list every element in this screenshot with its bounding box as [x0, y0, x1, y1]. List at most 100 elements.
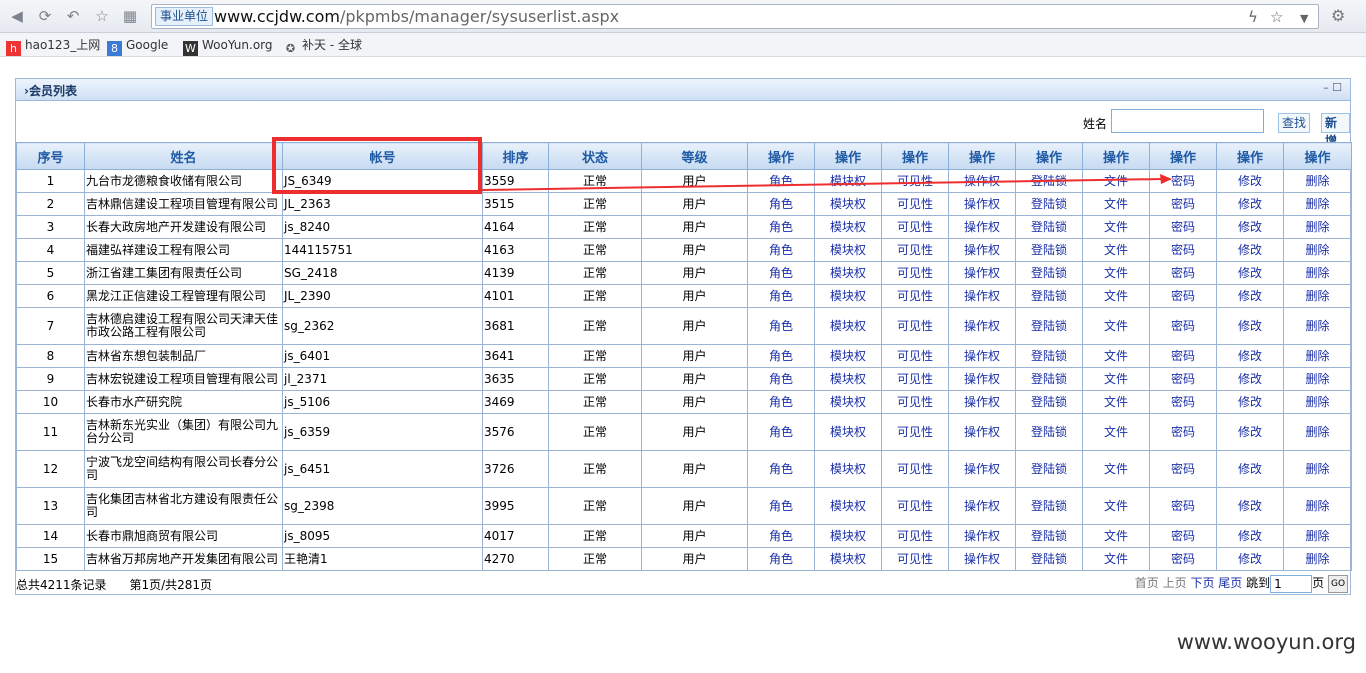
- bookmark-hao123[interactable]: h hao123_上网: [6, 37, 100, 56]
- apps-grid-icon[interactable]: ▦: [121, 7, 139, 25]
- password-link[interactable]: 密码: [1149, 238, 1217, 262]
- operation-permission-link[interactable]: 操作权: [948, 284, 1016, 308]
- password-link[interactable]: 密码: [1149, 192, 1217, 216]
- edit-link[interactable]: 修改: [1216, 192, 1284, 216]
- delete-link[interactable]: 删除: [1283, 487, 1352, 525]
- back-icon[interactable]: ◀: [8, 7, 26, 25]
- visibility-link[interactable]: 可见性: [881, 450, 949, 488]
- delete-link[interactable]: 删除: [1283, 450, 1352, 488]
- file-link[interactable]: 文件: [1082, 450, 1150, 488]
- module-permission-link[interactable]: 模块权: [814, 547, 882, 571]
- role-link[interactable]: 角色: [747, 547, 815, 571]
- password-link[interactable]: 密码: [1149, 390, 1217, 414]
- role-link[interactable]: 角色: [747, 413, 815, 451]
- role-link[interactable]: 角色: [747, 524, 815, 548]
- module-permission-link[interactable]: 模块权: [814, 450, 882, 488]
- operation-permission-link[interactable]: 操作权: [948, 487, 1016, 525]
- operation-permission-link[interactable]: 操作权: [948, 169, 1016, 193]
- edit-link[interactable]: 修改: [1216, 307, 1284, 345]
- login-lock-link[interactable]: 登陆锁: [1015, 413, 1083, 451]
- file-link[interactable]: 文件: [1082, 547, 1150, 571]
- search-button[interactable]: 查找: [1278, 113, 1311, 133]
- operation-permission-link[interactable]: 操作权: [948, 215, 1016, 239]
- file-link[interactable]: 文件: [1082, 238, 1150, 262]
- login-lock-link[interactable]: 登陆锁: [1015, 524, 1083, 548]
- first-page-link[interactable]: 首页: [1135, 576, 1159, 590]
- operation-permission-link[interactable]: 操作权: [948, 390, 1016, 414]
- edit-link[interactable]: 修改: [1216, 284, 1284, 308]
- login-lock-link[interactable]: 登陆锁: [1015, 390, 1083, 414]
- password-link[interactable]: 密码: [1149, 487, 1217, 525]
- password-link[interactable]: 密码: [1149, 524, 1217, 548]
- login-lock-link[interactable]: 登陆锁: [1015, 344, 1083, 368]
- file-link[interactable]: 文件: [1082, 390, 1150, 414]
- operation-permission-link[interactable]: 操作权: [948, 367, 1016, 391]
- module-permission-link[interactable]: 模块权: [814, 261, 882, 285]
- edit-link[interactable]: 修改: [1216, 215, 1284, 239]
- address-url[interactable]: www.ccjdw.com/pkpmbs/manager/sysuserlist…: [214, 7, 619, 26]
- dropdown-arrow-icon[interactable]: ▼: [1300, 10, 1308, 28]
- edit-link[interactable]: 修改: [1216, 524, 1284, 548]
- role-link[interactable]: 角色: [747, 487, 815, 525]
- delete-link[interactable]: 删除: [1283, 344, 1352, 368]
- edit-link[interactable]: 修改: [1216, 367, 1284, 391]
- role-link[interactable]: 角色: [747, 450, 815, 488]
- settings-wrench-icon[interactable]: ⚙: [1331, 6, 1345, 25]
- module-permission-link[interactable]: 模块权: [814, 344, 882, 368]
- password-link[interactable]: 密码: [1149, 169, 1217, 193]
- delete-link[interactable]: 删除: [1283, 284, 1352, 308]
- edit-link[interactable]: 修改: [1216, 238, 1284, 262]
- visibility-link[interactable]: 可见性: [881, 413, 949, 451]
- delete-link[interactable]: 删除: [1283, 413, 1352, 451]
- visibility-link[interactable]: 可见性: [881, 367, 949, 391]
- file-link[interactable]: 文件: [1082, 487, 1150, 525]
- visibility-link[interactable]: 可见性: [881, 261, 949, 285]
- operation-permission-link[interactable]: 操作权: [948, 238, 1016, 262]
- operation-permission-link[interactable]: 操作权: [948, 547, 1016, 571]
- file-link[interactable]: 文件: [1082, 307, 1150, 345]
- role-link[interactable]: 角色: [747, 390, 815, 414]
- delete-link[interactable]: 删除: [1283, 238, 1352, 262]
- next-page-link[interactable]: 下页: [1190, 576, 1214, 590]
- role-link[interactable]: 角色: [747, 284, 815, 308]
- password-link[interactable]: 密码: [1149, 284, 1217, 308]
- password-link[interactable]: 密码: [1149, 215, 1217, 239]
- role-link[interactable]: 角色: [747, 367, 815, 391]
- module-permission-link[interactable]: 模块权: [814, 284, 882, 308]
- file-link[interactable]: 文件: [1082, 169, 1150, 193]
- reload-icon[interactable]: ⟳: [36, 7, 54, 25]
- login-lock-link[interactable]: 登陆锁: [1015, 169, 1083, 193]
- delete-link[interactable]: 删除: [1283, 169, 1352, 193]
- login-lock-link[interactable]: 登陆锁: [1015, 238, 1083, 262]
- delete-link[interactable]: 删除: [1283, 261, 1352, 285]
- visibility-link[interactable]: 可见性: [881, 524, 949, 548]
- add-button[interactable]: 新增: [1321, 113, 1350, 148]
- file-link[interactable]: 文件: [1082, 192, 1150, 216]
- visibility-link[interactable]: 可见性: [881, 344, 949, 368]
- edit-link[interactable]: 修改: [1216, 261, 1284, 285]
- delete-link[interactable]: 删除: [1283, 524, 1352, 548]
- edit-link[interactable]: 修改: [1216, 450, 1284, 488]
- bookmark-butian[interactable]: ✪ 补天 - 全球: [283, 37, 362, 56]
- password-link[interactable]: 密码: [1149, 261, 1217, 285]
- bookmark-star-icon[interactable]: ☆: [1270, 8, 1283, 26]
- login-lock-link[interactable]: 登陆锁: [1015, 215, 1083, 239]
- delete-link[interactable]: 删除: [1283, 215, 1352, 239]
- module-permission-link[interactable]: 模块权: [814, 413, 882, 451]
- password-link[interactable]: 密码: [1149, 367, 1217, 391]
- edit-link[interactable]: 修改: [1216, 487, 1284, 525]
- file-link[interactable]: 文件: [1082, 524, 1150, 548]
- password-link[interactable]: 密码: [1149, 344, 1217, 368]
- delete-link[interactable]: 删除: [1283, 307, 1352, 345]
- prev-page-link[interactable]: 上页: [1163, 576, 1187, 590]
- module-permission-link[interactable]: 模块权: [814, 367, 882, 391]
- module-permission-link[interactable]: 模块权: [814, 192, 882, 216]
- role-link[interactable]: 角色: [747, 169, 815, 193]
- bookmark-wooyun[interactable]: W WooYun.org: [183, 37, 273, 56]
- role-link[interactable]: 角色: [747, 307, 815, 345]
- page-number-input[interactable]: 1: [1270, 574, 1313, 593]
- file-link[interactable]: 文件: [1082, 367, 1150, 391]
- bookmark-google[interactable]: 8 Google: [107, 37, 168, 56]
- visibility-link[interactable]: 可见性: [881, 169, 949, 193]
- edit-link[interactable]: 修改: [1216, 344, 1284, 368]
